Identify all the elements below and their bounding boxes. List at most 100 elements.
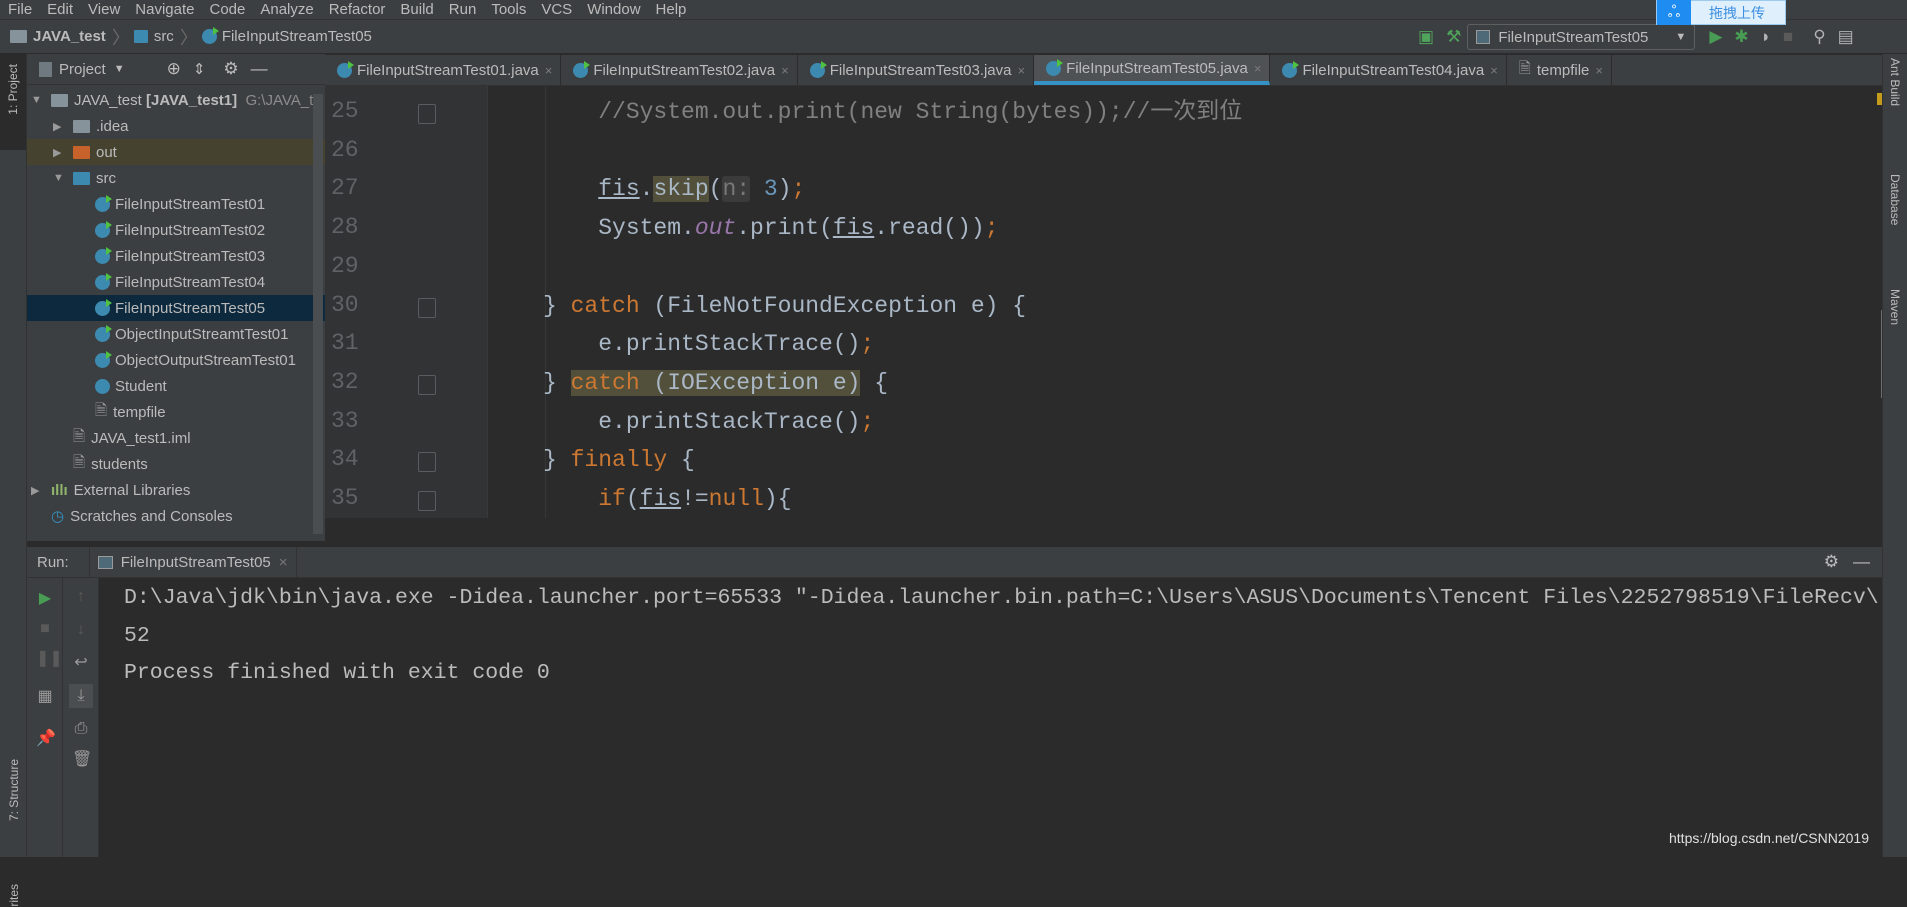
tree-item[interactable]: ◷ Scratches and Consoles <box>27 503 325 529</box>
tree-item[interactable]: ▶ .idea <box>27 113 325 139</box>
close-icon[interactable]: × <box>1595 63 1603 78</box>
menu-build[interactable]: Build <box>400 1 433 18</box>
gear-icon[interactable]: ⚙ <box>1824 552 1839 572</box>
collapse-all-icon[interactable]: ⇕ <box>193 60 206 78</box>
chevron-down-icon[interactable]: ▼ <box>31 94 45 106</box>
tree-item[interactable]: Student <box>27 373 325 399</box>
code-line[interactable]: //System.out.print(new String(bytes));//… <box>543 96 1242 128</box>
search-icon[interactable]: ⚲ <box>1813 27 1825 47</box>
close-icon[interactable]: × <box>545 63 553 78</box>
trash-icon[interactable]: 🗑 <box>72 751 92 769</box>
run-tab[interactable]: FileInputStreamTest05 × <box>88 547 297 577</box>
tree-item[interactable]: FileInputStreamTest01 <box>27 191 325 217</box>
close-icon[interactable]: × <box>1017 63 1025 78</box>
arrow-down-icon[interactable]: ↓ <box>72 621 90 639</box>
code-line[interactable]: fis.skip(n: 3); <box>543 173 805 205</box>
fold-marker-icon[interactable] <box>418 452 436 473</box>
gear-icon[interactable]: ⚙ <box>223 59 238 79</box>
menu-vcs[interactable]: VCS <box>541 1 572 18</box>
tree-item[interactable]: FileInputStreamTest04 <box>27 269 325 295</box>
locate-icon[interactable]: ⊕ <box>167 59 181 79</box>
code-editor[interactable]: 25 26 27 28 29 30 31 32 33 34 35 //System.out.prin… <box>325 86 1882 518</box>
breadcrumb-file[interactable]: FileInputStreamTest05 <box>222 28 372 45</box>
tab-fileinputstreamtest04-java[interactable]: FileInputStreamTest04.java × <box>1270 55 1507 85</box>
menu-help[interactable]: Help <box>656 1 687 18</box>
tree-item[interactable]: 🗎 tempfile <box>27 399 325 425</box>
tree-item[interactable]: 🗎 students <box>27 451 325 477</box>
chevron-right-icon[interactable]: ▶ <box>53 120 67 133</box>
code-line[interactable]: } catch (FileNotFoundException e) { <box>543 290 1026 322</box>
run-config-dropdown[interactable]: FileInputStreamTest05 ▼ <box>1467 24 1696 50</box>
breadcrumb-project[interactable]: JAVA_test <box>33 28 106 45</box>
project-view-selector[interactable]: Project <box>59 61 106 78</box>
fold-marker-icon[interactable] <box>418 374 436 395</box>
coverage-icon[interactable]: ◗ <box>1761 27 1771 47</box>
tree-item[interactable]: ▶ ıllı External Libraries <box>27 477 325 503</box>
code-line[interactable]: } finally { <box>543 444 695 476</box>
pin-icon[interactable]: 📌 <box>36 730 56 748</box>
code-line[interactable]: System.out.print(fis.read()); <box>543 212 998 244</box>
project-tool-button[interactable]: 1: Project <box>0 54 26 150</box>
tab-fileinputstreamtest05-java[interactable]: FileInputStreamTest05.java × <box>1034 55 1271 85</box>
upload-popup[interactable]: ஃ 拖拽上传 <box>1656 0 1786 25</box>
scroll-to-end-icon[interactable]: ⤓ <box>69 684 93 708</box>
chevron-right-icon[interactable]: ▶ <box>31 484 45 497</box>
menu-edit[interactable]: Edit <box>47 1 73 18</box>
close-icon[interactable]: × <box>279 554 288 571</box>
ant-build-tool-button[interactable]: Ant Build <box>1888 58 1902 106</box>
rerun-icon[interactable]: ▶ <box>36 590 54 608</box>
hide-icon[interactable]: — <box>251 59 268 79</box>
fold-marker-icon[interactable] <box>418 491 436 511</box>
project-structure-icon[interactable]: ▤ <box>1838 27 1854 47</box>
pause-icon[interactable]: ❚❚ <box>36 650 63 668</box>
menu-tools[interactable]: Tools <box>491 1 526 18</box>
menu-run[interactable]: Run <box>449 1 477 18</box>
print-icon[interactable]: ⎙ <box>72 720 90 738</box>
code-line[interactable]: e.printStackTrace(); <box>543 406 874 438</box>
terminal-icon[interactable]: ▣ <box>1418 27 1434 47</box>
tree-item[interactable]: ObjectOutputStreamTest01 <box>27 347 325 373</box>
stop-icon[interactable]: ■ <box>1783 27 1793 47</box>
menu-window[interactable]: Window <box>587 1 640 18</box>
tree-item[interactable]: ObjectInputStreamtTest01 <box>27 321 325 347</box>
soft-wrap-icon[interactable]: ↩ <box>72 654 90 672</box>
close-icon[interactable]: × <box>1490 63 1498 78</box>
menu-analyze[interactable]: Analyze <box>260 1 313 18</box>
tree-item[interactable]: ▶ out <box>27 139 325 165</box>
layout-icon[interactable]: ▦ <box>36 688 54 706</box>
menu-view[interactable]: View <box>88 1 120 18</box>
code-line[interactable]: e.printStackTrace(); <box>543 328 874 360</box>
menu-code[interactable]: Code <box>209 1 245 18</box>
structure-tool-button[interactable]: 7: Structure <box>7 759 21 821</box>
close-icon[interactable]: × <box>1254 61 1262 76</box>
tab-fileinputstreamtest02-java[interactable]: FileInputStreamTest02.java × <box>561 55 798 85</box>
arrow-up-icon[interactable]: ↑ <box>72 588 90 606</box>
run-icon[interactable]: ▶ <box>1709 27 1722 47</box>
menu-navigate[interactable]: Navigate <box>135 1 194 18</box>
menu-refactor[interactable]: Refactor <box>329 1 386 18</box>
fold-marker-icon[interactable] <box>418 104 436 124</box>
stop-icon[interactable]: ■ <box>36 620 54 638</box>
tree-item[interactable]: 🗎 JAVA_test1.iml <box>27 425 325 451</box>
tab-tempfile[interactable]: 🗎 tempfile × <box>1507 55 1612 85</box>
tree-item[interactable]: FileInputStreamTest05 <box>27 295 325 321</box>
database-tool-button[interactable]: Database <box>1888 174 1902 225</box>
hide-icon[interactable]: — <box>1853 552 1870 572</box>
tree-item[interactable]: ▼ src <box>27 165 325 191</box>
breadcrumb-folder[interactable]: src <box>154 28 174 45</box>
maven-tool-button[interactable]: Maven <box>1888 289 1902 325</box>
chevron-down-icon[interactable]: ▼ <box>53 172 67 184</box>
chevron-down-icon[interactable]: ▼ <box>114 63 125 75</box>
tree-scrollbar[interactable] <box>313 94 323 534</box>
tab-fileinputstreamtest03-java[interactable]: FileInputStreamTest03.java × <box>798 55 1035 85</box>
build-hammer-icon[interactable]: ⚒ <box>1446 27 1461 47</box>
close-icon[interactable]: × <box>781 63 789 78</box>
code-line[interactable]: } catch (IOException e) { <box>543 367 888 399</box>
tree-item[interactable]: FileInputStreamTest03 <box>27 243 325 269</box>
menu-file[interactable]: File <box>8 1 32 18</box>
debug-icon[interactable]: ✱ <box>1734 27 1748 47</box>
tree-item[interactable]: FileInputStreamTest02 <box>27 217 325 243</box>
chevron-right-icon[interactable]: ▶ <box>53 146 67 159</box>
tab-fileinputstreamtest01-java[interactable]: FileInputStreamTest01.java × <box>325 55 562 85</box>
tree-root[interactable]: ▼ JAVA_test [JAVA_test1] G:\JAVA_t <box>27 87 325 113</box>
